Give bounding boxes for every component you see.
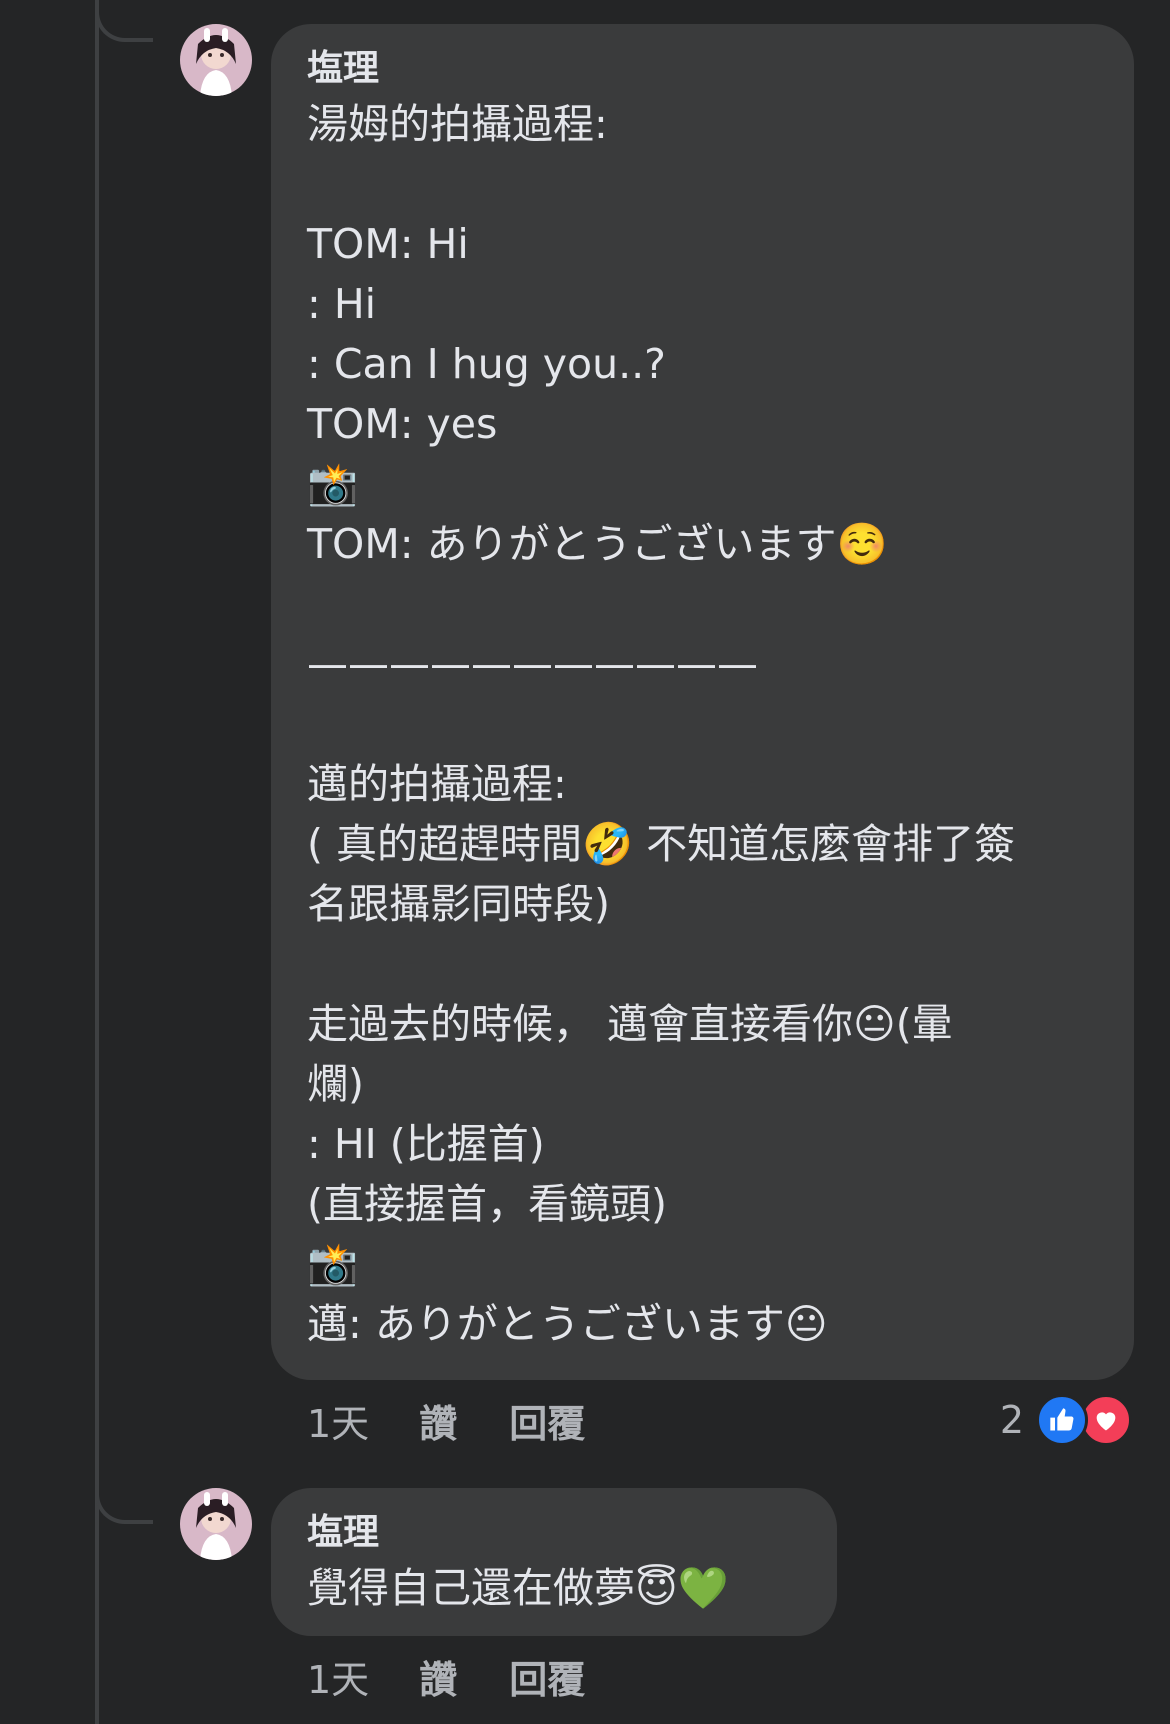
comment-timestamp[interactable]: 1天 xyxy=(307,1393,369,1448)
reply-button[interactable]: 回覆 xyxy=(509,1649,585,1704)
reaction-count: 2 xyxy=(999,1398,1024,1442)
comment-text: 覺得自己還在做夢😇💚 xyxy=(307,1564,729,1612)
comment-timestamp[interactable]: 1天 xyxy=(307,1649,369,1704)
avatar[interactable] xyxy=(180,1488,252,1560)
like-button[interactable]: 讚 xyxy=(419,1649,457,1704)
comment-bubble: 塩理 湯姆的拍攝過程: TOM: Hi : Hi : Can I hug you… xyxy=(271,24,1134,1380)
like-icon xyxy=(1036,1394,1088,1446)
comment-thread: 塩理 湯姆的拍攝過程: TOM: Hi : Hi : Can I hug you… xyxy=(0,0,1170,1724)
like-button[interactable]: 讚 xyxy=(419,1393,457,1448)
avatar[interactable] xyxy=(180,24,252,96)
reply-button[interactable]: 回覆 xyxy=(509,1393,585,1448)
comment-actions: 1天 讚 回覆 xyxy=(307,1390,637,1450)
comment-actions: 1天 讚 回覆 xyxy=(307,1646,637,1706)
comment-text: 湯姆的拍攝過程: TOM: Hi : Hi : Can I hug you..?… xyxy=(307,100,1016,1348)
comment-author[interactable]: 塩理 xyxy=(307,46,1098,92)
thread-connector xyxy=(95,1482,153,1524)
thread-line xyxy=(95,0,99,1724)
comment-bubble: 塩理 覺得自己還在做夢😇💚 xyxy=(271,1488,837,1636)
reaction-summary[interactable]: 2 xyxy=(1000,1390,1132,1450)
comment-author[interactable]: 塩理 xyxy=(307,1510,801,1556)
thread-connector xyxy=(95,0,153,42)
